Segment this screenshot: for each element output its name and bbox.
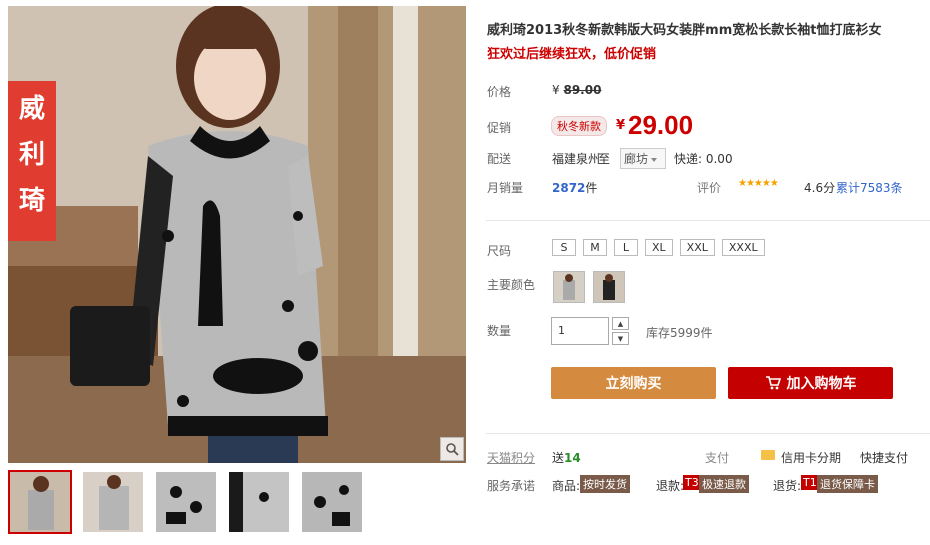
add-to-cart-label: 加入购物车 [786,376,857,392]
color-swatch-gray[interactable] [553,271,585,303]
thumbnail-image [156,472,216,532]
service-promise-label: 服务承诺 [487,479,536,493]
ship-from: 福建泉州 [552,152,601,166]
buy-now-button[interactable]: 立刻购买 [551,367,716,399]
rating-stars-icon: ★★★★★ [738,178,779,189]
credit-installment-link[interactable]: 信用卡分期 [781,449,841,466]
thumbnail-4[interactable] [227,470,291,534]
swatch-image [594,272,624,302]
ship-to-word: 至 [598,152,611,166]
buy-now-label: 立刻购买 [605,376,662,392]
thumbnail-2[interactable] [81,470,145,534]
price-label: 价格 [487,85,512,99]
promise-refund-key: 退款: [656,479,685,493]
thumbnail-5[interactable] [300,470,364,534]
monthly-sales-label: 月销量 [487,181,524,195]
swatch-image [554,272,584,302]
zoom-button[interactable] [440,437,464,461]
quantity-increase-button[interactable]: ▲ [612,317,629,330]
original-price: ¥ 89.00 [552,83,601,97]
thumbnail-strip [8,470,364,534]
divider [486,220,930,221]
product-photo-art [8,6,466,463]
promise-return-key: 退货: [773,479,802,493]
quantity-label: 数量 [487,324,512,338]
promo-tag: 秋冬新款 [551,116,607,136]
size-label: 尺码 [487,244,512,258]
promo-price: 29.00 [628,110,694,140]
size-options: S M L XL XXL XXXL [552,239,765,256]
divider [486,433,930,434]
color-label: 主要颜色 [487,278,536,292]
review-count-link[interactable]: 累计7583条 [836,179,903,196]
chevron-down-icon [651,157,658,162]
rating-score: 4.6分 [804,181,836,195]
points-reward: 送14 [552,449,581,466]
product-subtitle: 狂欢过后继续狂欢，低价促销 [487,47,657,62]
quick-pay-link[interactable]: 快捷支付 [860,449,908,466]
thumbnail-image [83,472,143,532]
color-options [553,271,625,303]
original-price-value: 89.00 [563,83,602,97]
quantity-input[interactable]: 1 [551,317,609,345]
tmall-points-link[interactable]: 天猫积分 [487,449,535,466]
shipping-label: 配送 [487,152,512,166]
thumbnail-image [302,472,362,532]
quantity-decrease-button[interactable]: ▼ [612,332,629,345]
points-prefix: 送 [552,451,565,465]
brand-banner-text: 威利琦 [18,94,45,216]
monthly-sales: 2872件 [552,179,597,196]
promo-label: 促销 [487,121,512,135]
monthly-sales-count: 2872 [552,181,586,195]
promise-goods-key: 商品: [552,479,581,493]
promo-currency: ¥ [616,118,626,133]
thumbnail-image [229,472,289,532]
size-option-xl[interactable]: XL [645,239,673,256]
thumbnail-1[interactable] [8,470,72,534]
points-value: 14 [564,451,581,465]
main-product-image[interactable]: 威利琦 [8,6,466,463]
currency-symbol: ¥ [552,83,560,97]
thumbnail-image [10,472,70,532]
destination-city: 廊坊 [624,152,649,166]
size-option-xxl[interactable]: XXL [679,239,715,256]
stock-count: 库存5999件 [646,326,713,340]
add-to-cart-button[interactable]: 加入购物车 [728,367,893,399]
product-title: 威利琦2013秋冬新款韩版大码女装胖mm宽松长款长袖t恤打底衫女 [487,23,882,38]
credit-card-icon [761,450,775,460]
thumbnail-3[interactable] [154,470,218,534]
payment-label: 支付 [705,451,730,465]
shipping-fee: 快递: 0.00 [674,152,733,166]
size-option-s[interactable]: S [552,239,576,256]
color-swatch-black[interactable] [593,271,625,303]
size-option-xxxl[interactable]: XXXL [721,239,765,256]
size-option-m[interactable]: M [583,239,607,256]
promise-return-badge[interactable]: 退货保障卡 [817,475,878,493]
shopping-cart-icon [765,376,781,390]
size-option-l[interactable]: L [614,239,638,256]
rating-label: 评价 [697,181,722,195]
magnifier-icon [446,443,459,456]
monthly-sales-unit: 件 [585,181,598,195]
destination-select[interactable]: 廊坊 [620,148,666,169]
promise-refund-badge[interactable]: 极速退款 [699,475,749,493]
promise-ontime-badge[interactable]: 按时发货 [580,475,630,493]
